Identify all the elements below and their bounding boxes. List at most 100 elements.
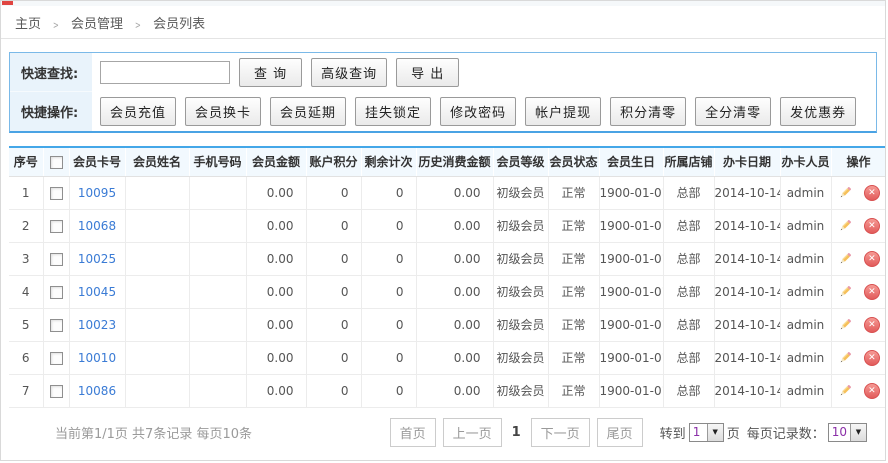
send-coupon-button[interactable]: 发优惠券 [780, 97, 856, 126]
member-card-link[interactable]: 10010 [78, 351, 116, 365]
last-page-button[interactable]: 尾页 [597, 418, 643, 447]
withdraw-button[interactable]: 帐户提现 [525, 97, 601, 126]
clear-points-button[interactable]: 积分清零 [610, 97, 686, 126]
delete-x-icon[interactable]: ✕ [864, 317, 880, 333]
top-left-red-marker [2, 1, 13, 5]
cell-ops: ✕ [831, 209, 886, 242]
cell-level: 初级会员 [493, 209, 548, 242]
delete-x-icon[interactable]: ✕ [864, 185, 880, 201]
cell-seq: 3 [9, 242, 43, 275]
member-card-link[interactable]: 10023 [78, 318, 116, 332]
cell-date: 2014-10-14 [714, 176, 780, 209]
cell-status: 正常 [548, 341, 599, 374]
cell-name [125, 242, 189, 275]
member-card-link[interactable]: 10095 [78, 186, 116, 200]
edit-pencil-icon[interactable] [837, 383, 853, 399]
search-button[interactable]: 查 询 [239, 58, 302, 87]
delete-x-icon[interactable]: ✕ [864, 383, 880, 399]
delete-x-icon[interactable]: ✕ [864, 251, 880, 267]
cell-seq: 4 [9, 275, 43, 308]
change-password-button[interactable]: 修改密码 [440, 97, 516, 126]
cell-history: 0.00 [416, 308, 493, 341]
cell-points: 0 [306, 308, 361, 341]
cell-amount: 0.00 [246, 308, 306, 341]
export-button[interactable]: 导 出 [396, 58, 459, 87]
quick-find-input[interactable] [100, 61, 230, 84]
row-checkbox[interactable] [50, 352, 63, 365]
member-card-link[interactable]: 10045 [78, 285, 116, 299]
cell-ops: ✕ [831, 374, 886, 407]
cell-amount: 0.00 [246, 374, 306, 407]
breadcrumb-member-list[interactable]: 会员列表 [153, 13, 205, 32]
edit-pencil-icon[interactable] [837, 218, 853, 234]
cell-operator: admin [780, 341, 831, 374]
table-row: 3 10025 0.00 0 0 0.00 初级会员 正常 1900-01-01… [9, 242, 886, 275]
edit-pencil-icon[interactable] [837, 251, 853, 267]
goto-page-select[interactable]: 1 ▼ [689, 423, 724, 442]
cell-seq: 2 [9, 209, 43, 242]
member-table: 序号 会员卡号 会员姓名 手机号码 会员金额 账户积分 剩余计次 历史消费金额 … [9, 146, 886, 408]
header-times: 剩余计次 [361, 147, 416, 176]
cell-history: 0.00 [416, 242, 493, 275]
cell-times: 0 [361, 209, 416, 242]
breadcrumb-home[interactable]: 主页 [15, 13, 41, 32]
advanced-search-button[interactable]: 高级查询 [311, 58, 387, 87]
edit-pencil-icon[interactable] [837, 185, 853, 201]
row-checkbox[interactable] [50, 286, 63, 299]
select-all-checkbox[interactable] [50, 156, 63, 169]
member-card-link[interactable]: 10025 [78, 252, 116, 266]
cell-card: 10025 [69, 242, 125, 275]
row-checkbox[interactable] [50, 187, 63, 200]
goto-suffix: 页 [727, 423, 740, 442]
member-card-link[interactable]: 10068 [78, 219, 116, 233]
cell-history: 0.00 [416, 275, 493, 308]
cell-seq: 6 [9, 341, 43, 374]
row-checkbox[interactable] [50, 220, 63, 233]
cell-ops: ✕ [831, 275, 886, 308]
cell-phone [189, 176, 246, 209]
member-card-link[interactable]: 10086 [78, 384, 116, 398]
cell-phone [189, 374, 246, 407]
cell-date: 2014-10-14 [714, 275, 780, 308]
page-size-select[interactable]: 10 ▼ [828, 423, 867, 442]
cell-amount: 0.00 [246, 176, 306, 209]
change-card-button[interactable]: 会员换卡 [185, 97, 261, 126]
cell-times: 0 [361, 308, 416, 341]
cell-phone [189, 275, 246, 308]
next-page-button[interactable]: 下一页 [531, 418, 590, 447]
cell-seq: 5 [9, 308, 43, 341]
extend-button[interactable]: 会员延期 [270, 97, 346, 126]
page-size-value: 10 [829, 424, 850, 441]
cell-date: 2014-10-14 [714, 242, 780, 275]
cell-times: 0 [361, 275, 416, 308]
edit-pencil-icon[interactable] [837, 350, 853, 366]
delete-x-icon[interactable]: ✕ [864, 284, 880, 300]
cell-status: 正常 [548, 374, 599, 407]
cell-operator: admin [780, 242, 831, 275]
page-size-label: 每页记录数： [747, 423, 825, 442]
top-strip [1, 1, 885, 6]
cell-select [43, 341, 69, 374]
table-row: 4 10045 0.00 0 0 0.00 初级会员 正常 1900-01-01… [9, 275, 886, 308]
cell-store: 总部 [663, 275, 714, 308]
delete-x-icon[interactable]: ✕ [864, 350, 880, 366]
quick-find-row: 快速查找: 查 询 高级查询 导 出 [10, 53, 876, 92]
cell-select [43, 176, 69, 209]
lock-button[interactable]: 挂失锁定 [355, 97, 431, 126]
row-checkbox[interactable] [50, 253, 63, 266]
edit-pencil-icon[interactable] [837, 317, 853, 333]
row-checkbox[interactable] [50, 319, 63, 332]
clear-all-points-button[interactable]: 全分清零 [695, 97, 771, 126]
prev-page-button[interactable]: 上一页 [443, 418, 502, 447]
row-checkbox[interactable] [50, 385, 63, 398]
breadcrumb-member-mgmt[interactable]: 会员管理 [71, 13, 123, 32]
header-phone: 手机号码 [189, 147, 246, 176]
first-page-button[interactable]: 首页 [390, 418, 436, 447]
cell-name [125, 308, 189, 341]
delete-x-icon[interactable]: ✕ [864, 218, 880, 234]
cell-status: 正常 [548, 308, 599, 341]
cell-points: 0 [306, 242, 361, 275]
cell-date: 2014-10-14 [714, 374, 780, 407]
edit-pencil-icon[interactable] [837, 284, 853, 300]
recharge-button[interactable]: 会员充值 [100, 97, 176, 126]
